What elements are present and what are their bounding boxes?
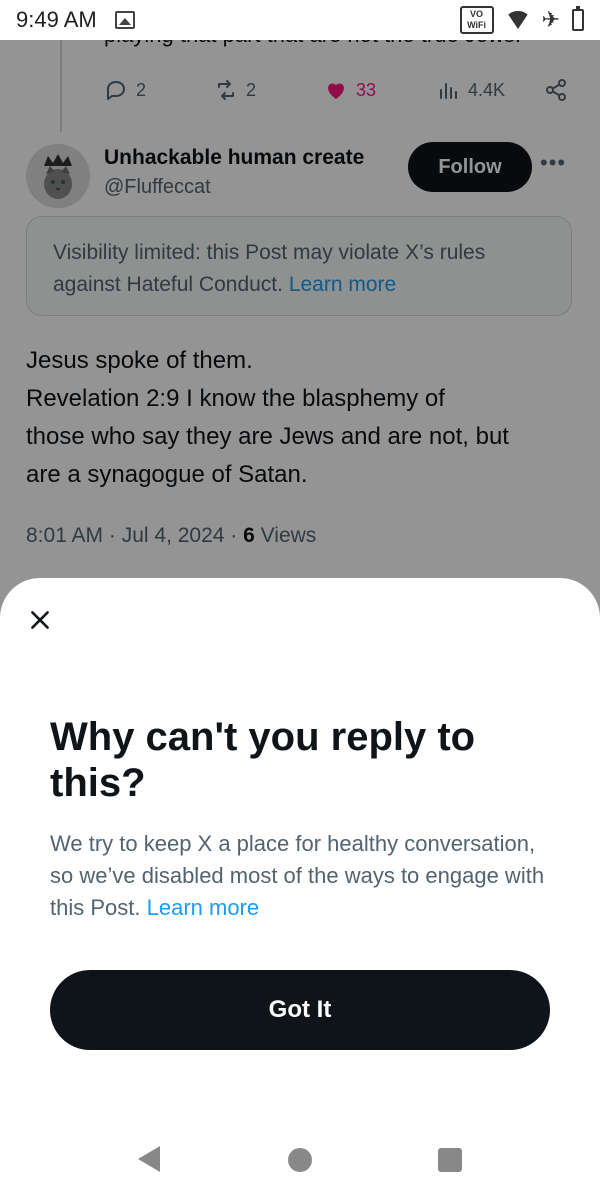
status-bar: 9:49 AM VO WiFi ✈ bbox=[0, 0, 600, 40]
sheet-title: Why can't you reply to this? bbox=[50, 715, 476, 805]
home-icon[interactable] bbox=[288, 1148, 312, 1172]
airplane-icon: ✈ bbox=[541, 7, 560, 32]
close-button[interactable] bbox=[22, 602, 58, 638]
status-time: 9:49 AM bbox=[16, 7, 97, 32]
back-icon[interactable] bbox=[138, 1146, 160, 1172]
sheet-learn-more-link[interactable]: Learn more bbox=[147, 895, 260, 920]
vowifi-bottom-label: WiFi bbox=[467, 20, 487, 30]
sheet-description-text: We try to keep X a place for healthy con… bbox=[50, 831, 545, 920]
vowifi-icon: VO WiFi bbox=[459, 6, 494, 34]
vowifi-top-label: VO bbox=[470, 9, 484, 19]
wifi-icon bbox=[505, 11, 530, 29]
reply-restriction-sheet: Why can't you reply to this? We try to k… bbox=[0, 578, 600, 1200]
got-it-button[interactable]: Got It bbox=[50, 970, 550, 1050]
status-icons: VO WiFi ✈ bbox=[459, 6, 584, 34]
close-icon bbox=[31, 611, 49, 629]
recents-icon[interactable] bbox=[438, 1148, 462, 1172]
battery-icon bbox=[572, 6, 584, 31]
system-nav-bar bbox=[0, 1120, 600, 1200]
gallery-icon bbox=[114, 11, 135, 29]
sheet-description: We try to keep X a place for healthy con… bbox=[50, 828, 550, 924]
